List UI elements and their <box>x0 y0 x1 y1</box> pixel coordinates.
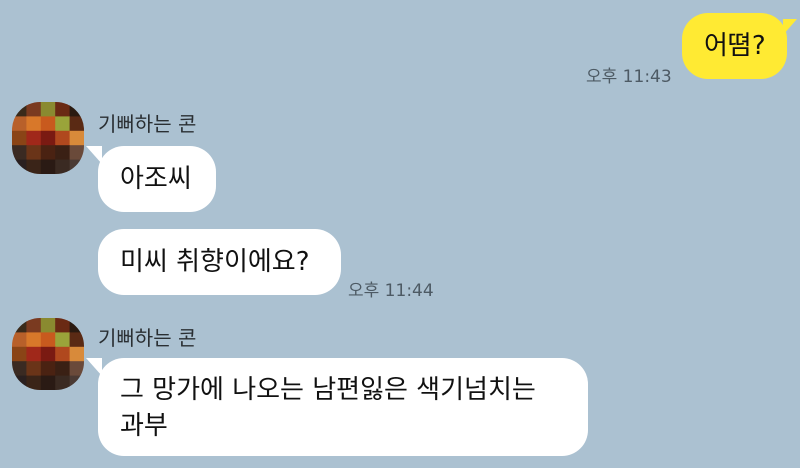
pixelated-profile-avatar-icon <box>12 102 84 174</box>
avatar-pixel <box>55 346 71 362</box>
avatar-pixel <box>26 346 42 362</box>
avatar-pixel <box>69 130 84 146</box>
avatar-pixel <box>26 361 42 377</box>
avatar-pixel <box>55 145 71 161</box>
bubble-tail <box>86 146 102 164</box>
avatar-pixel <box>26 145 42 161</box>
avatar-pixel <box>69 361 84 377</box>
avatar-pixel <box>12 145 27 161</box>
avatar-pixel <box>55 332 71 348</box>
avatar-pixel <box>12 375 27 390</box>
message-timestamp: 오후 11:44 <box>348 281 434 301</box>
incoming-message-bubble[interactable]: 아조씨 <box>86 146 216 212</box>
avatar-pixel <box>55 318 71 333</box>
avatar-pixel <box>26 332 42 348</box>
avatar-pixel <box>12 346 27 362</box>
avatar-pixel <box>26 102 42 117</box>
avatar-pixel <box>55 130 71 146</box>
pixelated-profile-avatar-icon <box>12 318 84 390</box>
avatar-pixel <box>40 130 56 146</box>
avatar-pixel <box>12 159 27 174</box>
avatar-pixel <box>40 159 56 174</box>
bubble-tail <box>783 19 797 35</box>
avatar-pixel <box>69 375 84 390</box>
avatar-pixel <box>55 116 71 132</box>
avatar-pixel <box>40 375 56 390</box>
message-text: 아조씨 <box>120 164 192 194</box>
avatar-pixel <box>12 130 27 146</box>
message-text: 미씨 취향이에요? <box>120 247 310 277</box>
avatar-pixel <box>55 159 71 174</box>
sender-name: 기뻐하는 콘 <box>98 112 197 136</box>
avatar-pixel <box>26 375 42 390</box>
avatar-pixel <box>55 375 71 390</box>
sender-name: 기뻐하는 콘 <box>98 326 197 350</box>
avatar-pixel <box>40 346 56 362</box>
incoming-message-bubble[interactable]: 그 망가에 나오는 남편잃은 색기넘치는 과부 <box>86 358 588 456</box>
avatar-pixel <box>40 116 56 132</box>
avatar-pixel <box>69 318 84 333</box>
avatar-pixel <box>12 332 27 348</box>
sender-avatar[interactable] <box>12 318 84 390</box>
avatar-pixel <box>26 159 42 174</box>
avatar-pixel <box>40 332 56 348</box>
sender-avatar[interactable] <box>12 102 84 174</box>
message-timestamp: 오후 11:43 <box>586 67 672 87</box>
avatar-pixel <box>26 116 42 132</box>
avatar-pixel <box>40 145 56 161</box>
message-text-line: 그 망가에 나오는 남편잃은 색기넘치는 <box>120 375 536 405</box>
message-text: 어뗨? <box>704 31 766 61</box>
avatar-pixel <box>55 361 71 377</box>
avatar-pixel <box>69 102 84 117</box>
avatar-pixel <box>40 318 56 333</box>
avatar-pixel <box>69 346 84 362</box>
avatar-pixel <box>40 102 56 117</box>
message-text-line: 과부 <box>120 411 168 441</box>
bubble-tail <box>86 358 102 376</box>
avatar-pixel <box>55 102 71 117</box>
avatar-pixel <box>69 159 84 174</box>
avatar-pixel <box>69 332 84 348</box>
avatar-pixel <box>26 318 42 333</box>
incoming-message-bubble[interactable]: 미씨 취향이에요? <box>98 229 341 295</box>
avatar-pixel <box>26 130 42 146</box>
avatar-pixel <box>69 145 84 161</box>
avatar-pixel <box>12 318 27 333</box>
avatar-pixel <box>12 102 27 117</box>
avatar-pixel <box>12 361 27 377</box>
avatar-pixel <box>12 116 27 132</box>
avatar-pixel <box>69 116 84 132</box>
avatar-pixel <box>40 361 56 377</box>
outgoing-message-bubble[interactable]: 어뗨? <box>682 13 797 79</box>
